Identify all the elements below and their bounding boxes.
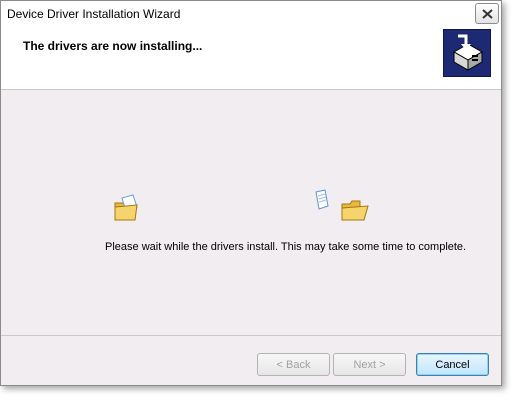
status-message: Please wait while the drivers install. T…: [105, 241, 467, 253]
title-bar[interactable]: Device Driver Installation Wizard: [1, 1, 501, 29]
close-icon: [482, 9, 493, 19]
flying-document-icon: [314, 189, 330, 216]
source-folder-icon: [113, 194, 143, 229]
close-button[interactable]: [475, 3, 499, 24]
window-title: Device Driver Installation Wizard: [7, 7, 181, 21]
page-title: The drivers are now installing...: [23, 39, 203, 53]
back-button[interactable]: < Back: [257, 353, 330, 376]
wizard-footer: < Back Next > Cancel: [1, 335, 501, 386]
wizard-window: Device Driver Installation Wizard The dr…: [0, 0, 502, 386]
cancel-button[interactable]: Cancel: [416, 353, 489, 376]
destination-folder-icon: [341, 200, 369, 229]
driver-installer-icon: [443, 29, 491, 77]
wizard-header: The drivers are now installing...: [1, 28, 501, 90]
wizard-content: Please wait while the drivers install. T…: [1, 90, 501, 335]
next-button[interactable]: Next >: [333, 353, 406, 376]
